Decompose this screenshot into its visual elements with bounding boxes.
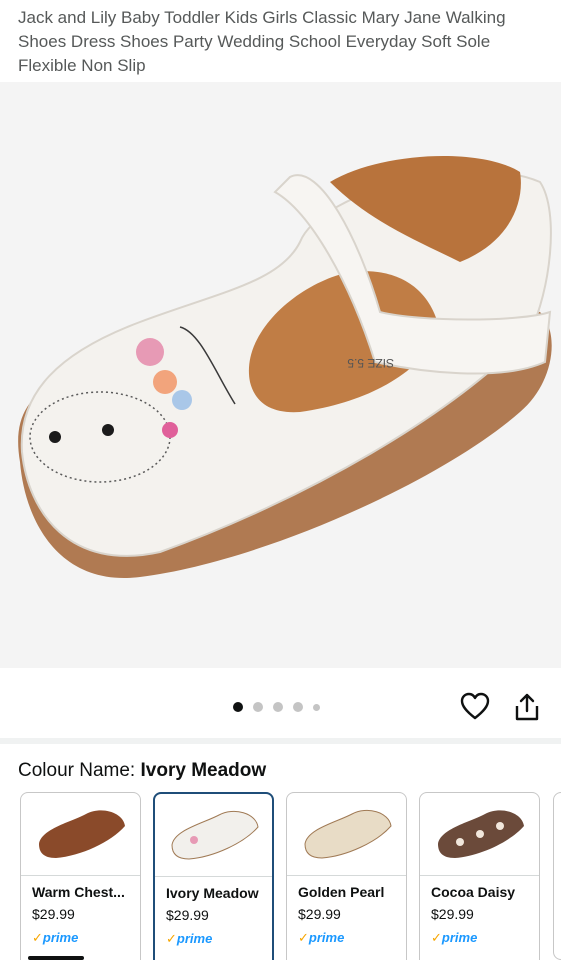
swatch-name: Cocoa Daisy — [431, 884, 516, 900]
swatch-name: Warm Chest... — [32, 884, 125, 900]
prime-check-icon: ✓ — [32, 930, 43, 945]
swatch-price: $29.99 — [431, 906, 474, 922]
prime-label: prime — [42, 930, 79, 945]
svg-text:SIZE 5.5: SIZE 5.5 — [347, 356, 394, 370]
swatch-price: $29.99 — [298, 906, 341, 922]
prime-label: prime — [308, 930, 345, 945]
swatch-image — [287, 793, 406, 875]
swatch-ivory-meadow[interactable]: Ivory Meadow $29.99 ✓prime — [153, 792, 274, 960]
carousel-dot[interactable] — [253, 702, 263, 712]
heart-icon — [460, 692, 490, 720]
colour-swatches: Warm Chest... $29.99 ✓prime Ivory Meadow… — [20, 792, 540, 960]
colour-label-prefix: Colour Name: — [18, 760, 141, 781]
prime-badge: ✓prime — [431, 930, 539, 946]
share-button[interactable] — [513, 692, 541, 722]
swatch-image — [155, 794, 272, 876]
carousel-dot[interactable] — [233, 702, 243, 712]
swatch-warm-chestnut[interactable]: Warm Chest... $29.99 ✓prime — [20, 792, 141, 960]
product-title: Jack and Lily Baby Toddler Kids Girls Cl… — [18, 8, 506, 75]
swatch-separator — [155, 876, 272, 877]
swatch-separator — [420, 875, 539, 876]
carousel-dot[interactable] — [293, 702, 303, 712]
swatch-separator — [21, 875, 140, 876]
colour-name-label: Colour Name: Ivory Meadow — [18, 760, 266, 782]
carousel-dot[interactable] — [273, 702, 283, 712]
swatch-separator — [287, 875, 406, 876]
prime-label: prime — [441, 930, 478, 945]
prime-badge: ✓prime — [298, 930, 406, 946]
favorite-button[interactable] — [460, 692, 490, 722]
carousel-dots[interactable] — [233, 702, 320, 712]
prime-check-icon: ✓ — [298, 930, 309, 945]
swatch-golden-pearl[interactable]: Golden Pearl $29.99 ✓prime — [286, 792, 407, 960]
shoe-image: SIZE 5.5 — [18, 155, 552, 579]
section-divider — [0, 738, 561, 744]
swatch-cocoa-daisy[interactable]: Cocoa Daisy $29.99 ✓prime — [419, 792, 540, 960]
prime-label: prime — [176, 931, 213, 946]
selected-colour: Ivory Meadow — [140, 760, 267, 781]
swatch-image — [21, 793, 140, 875]
prime-badge: ✓prime — [166, 931, 272, 947]
swatch-price: $29.99 — [32, 906, 75, 922]
swatch-name: Ivory Meadow — [166, 885, 259, 901]
product-image[interactable]: SIZE 5.5 — [0, 82, 561, 668]
carousel-dot[interactable] — [313, 703, 320, 711]
swatch-name: Golden Pearl — [298, 884, 385, 900]
share-icon — [515, 693, 539, 721]
home-indicator — [28, 956, 84, 960]
swatch-price: $29.99 — [166, 907, 209, 923]
prime-check-icon: ✓ — [166, 931, 177, 946]
prime-badge: ✓prime — [32, 930, 140, 946]
swatch-image — [420, 793, 539, 875]
prime-check-icon: ✓ — [431, 930, 442, 945]
swatch-next-partial[interactable] — [553, 792, 561, 960]
